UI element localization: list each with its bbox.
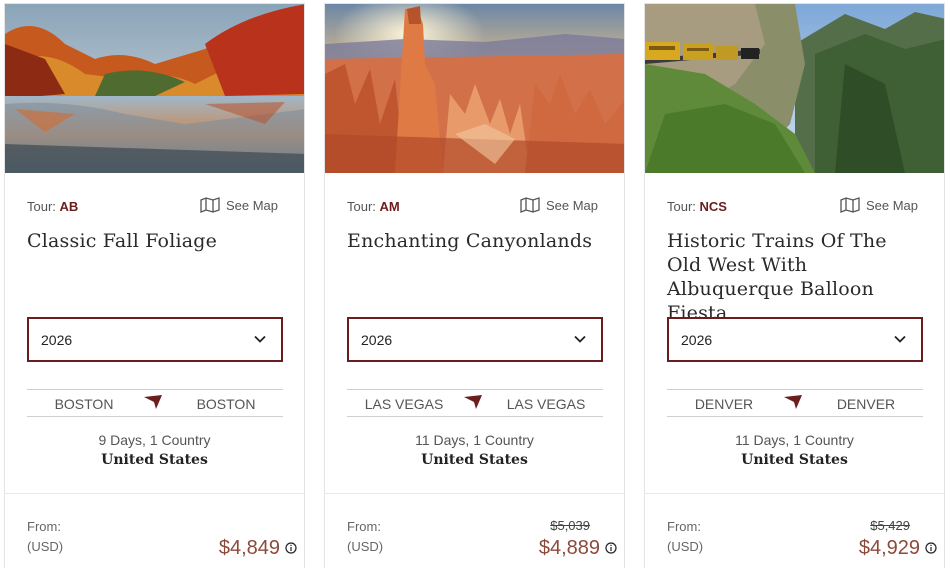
route-end-city: LAS VEGAS — [506, 396, 586, 412]
mountain-train-photo[interactable] — [645, 4, 944, 173]
see-map-label: See Map — [545, 197, 598, 213]
tour-card: Tour: NCS See Map Historic Trains Of The… — [644, 3, 945, 568]
map-icon — [840, 197, 860, 213]
tour-code-label: Tour: NCS — [667, 199, 727, 214]
tour-code-row: Tour: NCS See Map — [667, 197, 918, 217]
route-arrow-icon — [464, 395, 482, 409]
year-select[interactable]: 2026 — [667, 317, 923, 362]
price: $4,889 — [538, 537, 600, 559]
divider — [5, 493, 304, 494]
route-end-city: DENVER — [836, 396, 896, 412]
original-price: $5,039 — [550, 518, 590, 533]
price-from-label: From: — [27, 519, 61, 534]
tour-country: United States — [421, 452, 528, 468]
tour-code-row: Tour: AM See Map — [347, 197, 598, 217]
tour-code: AB — [59, 199, 79, 214]
chevron-down-icon — [894, 335, 906, 343]
tour-duration: 11 Days, 1 Country — [735, 432, 854, 448]
autumn-river-photo[interactable] — [5, 4, 304, 173]
year-value: 2026 — [681, 332, 713, 348]
tour-card-list: Tour: AB See Map Classic Fall Foliage 20… — [4, 3, 946, 568]
year-select[interactable]: 2026 — [27, 317, 283, 362]
tour-title[interactable]: Enchanting Canyonlands — [347, 229, 604, 253]
tour-card: Tour: AM See Map Enchanting Canyonlands … — [324, 3, 625, 568]
map-icon — [520, 197, 540, 213]
tour-code-label: Tour: AB — [27, 199, 79, 214]
tour-code-label: Tour: AM — [347, 199, 400, 214]
tour-code: AM — [379, 199, 400, 214]
route-start-city: LAS VEGAS — [364, 396, 444, 412]
tour-duration: 9 Days, 1 Country — [98, 432, 211, 448]
tour-code: NCS — [699, 199, 727, 214]
see-map-link[interactable]: See Map — [200, 197, 278, 213]
chevron-down-icon — [254, 335, 266, 343]
info-icon[interactable] — [605, 542, 617, 554]
canyon-hoodoos-photo[interactable] — [325, 4, 624, 173]
year-value: 2026 — [41, 332, 73, 348]
route-arrow-icon — [784, 395, 802, 409]
see-map-link[interactable]: See Map — [840, 197, 918, 213]
original-price: $5,429 — [870, 518, 910, 533]
see-map-link[interactable]: See Map — [520, 197, 598, 213]
tour-country: United States — [741, 452, 848, 468]
tour-title[interactable]: Classic Fall Foliage — [27, 229, 284, 253]
tour-title[interactable]: Historic Trains Of The Old West With Alb… — [667, 229, 924, 325]
see-map-label: See Map — [225, 197, 278, 213]
price: $4,849 — [218, 537, 280, 559]
info-icon[interactable] — [925, 542, 937, 554]
see-map-label: See Map — [865, 197, 918, 213]
price-currency: (USD) — [667, 539, 704, 554]
route-row: BOSTON BOSTON — [27, 389, 283, 417]
route-row: DENVER DENVER — [667, 389, 923, 417]
route-start-city: BOSTON — [54, 396, 114, 412]
price-currency: (USD) — [27, 539, 64, 554]
divider — [645, 493, 944, 494]
price-currency: (USD) — [347, 539, 384, 554]
route-start-city: DENVER — [694, 396, 754, 412]
year-select[interactable]: 2026 — [347, 317, 603, 362]
tour-country: United States — [101, 452, 208, 468]
price-from-label: From: — [347, 519, 381, 534]
info-icon[interactable] — [285, 542, 297, 554]
price: $4,929 — [858, 537, 920, 559]
tour-duration: 11 Days, 1 Country — [415, 432, 534, 448]
year-value: 2026 — [361, 332, 393, 348]
price-from-label: From: — [667, 519, 701, 534]
route-end-city: BOSTON — [196, 396, 256, 412]
map-icon — [200, 197, 220, 213]
divider — [325, 493, 624, 494]
tour-card: Tour: AB See Map Classic Fall Foliage 20… — [4, 3, 305, 568]
chevron-down-icon — [574, 335, 586, 343]
route-row: LAS VEGAS LAS VEGAS — [347, 389, 603, 417]
tour-code-row: Tour: AB See Map — [27, 197, 278, 217]
route-arrow-icon — [144, 395, 162, 409]
